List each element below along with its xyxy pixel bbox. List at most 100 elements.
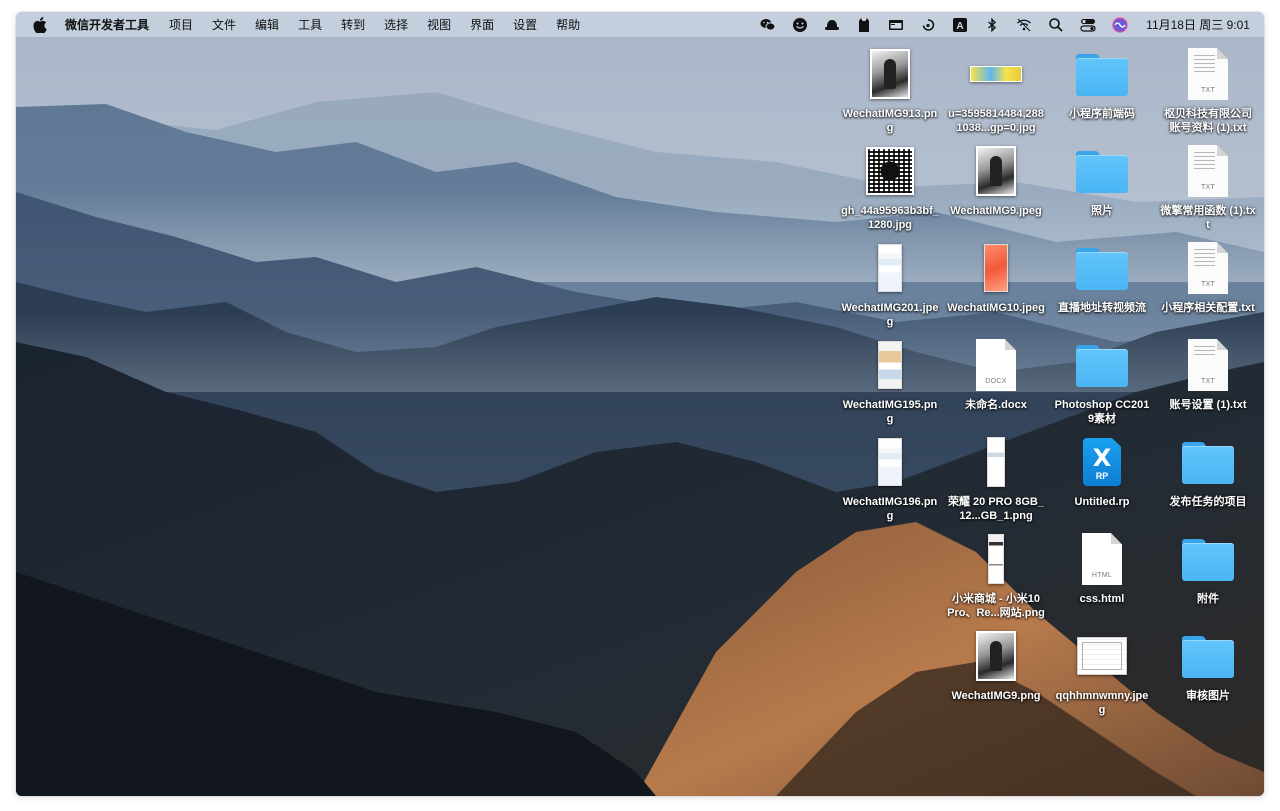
wifi-icon[interactable] <box>1016 17 1032 33</box>
folder-thumbnail <box>1157 531 1259 587</box>
desktop-file-u3595814484[interactable]: u=3595814484,2881038...gp=0.jpg <box>945 46 1047 135</box>
hat-icon[interactable] <box>824 17 840 33</box>
image-file-icon <box>976 631 1016 681</box>
desktop-folder-live-stream[interactable]: 直播地址转视频流 <box>1051 240 1153 315</box>
doc-thumbnail: TXT <box>1157 337 1259 393</box>
file-label: 未命名.docx <box>965 399 1027 411</box>
menu-tools[interactable]: 工具 <box>298 16 322 33</box>
desktop-folder-photos[interactable]: 照片 <box>1051 143 1153 218</box>
control-center-icon[interactable] <box>1080 17 1096 33</box>
file-label: gh_44a95963b3bf_1280.jpg <box>841 205 939 231</box>
desktop-folder-photoshop-assets[interactable]: Photoshop CC2019素材 <box>1051 337 1153 426</box>
smiley-icon[interactable] <box>792 17 808 33</box>
apple-menu-icon[interactable] <box>33 16 47 33</box>
menu-app-name[interactable]: 微信开发者工具 <box>65 16 149 33</box>
search-icon[interactable] <box>1048 17 1064 33</box>
desktop-file-untitled-docx[interactable]: DOCX 未命名.docx <box>945 337 1047 412</box>
file-label: WechatIMG9.jpeg <box>950 205 1042 217</box>
desktop-folder-mini-program-code[interactable]: 小程序前端码 <box>1051 46 1153 121</box>
desktop-folder-published-tasks[interactable]: 发布任务的项目 <box>1157 434 1259 509</box>
folder-thumbnail <box>1051 337 1153 393</box>
desktop-file-qqhhmnwmny[interactable]: qqhhmnwmny.jpeg <box>1051 628 1153 717</box>
folder-icon <box>1182 537 1234 581</box>
image-thumbnail <box>945 434 1047 490</box>
desktop-file-wechatimg10[interactable]: WechatIMG10.jpeg <box>945 240 1047 315</box>
folder-thumbnail <box>1051 240 1153 296</box>
file-label: 附件 <box>1197 593 1219 605</box>
desktop-file-mi-store[interactable]: 小米商城 - 小米10 Pro、Re...网站.png <box>945 531 1047 620</box>
menu-project[interactable]: 项目 <box>169 16 193 33</box>
desktop-folder-attachments[interactable]: 附件 <box>1157 531 1259 606</box>
bluetooth-icon[interactable] <box>984 17 1000 33</box>
desktop-file-wechatimg196[interactable]: WechatIMG196.png <box>839 434 941 523</box>
file-ext: DOCX <box>985 378 1007 385</box>
image-thumbnail <box>945 628 1047 684</box>
menu-edit[interactable]: 编辑 <box>255 16 279 33</box>
file-label: WechatIMG201.jpeg <box>841 302 939 328</box>
text-input-icon[interactable]: A <box>952 17 968 33</box>
cat-icon[interactable] <box>856 17 872 33</box>
file-label: css.html <box>1079 593 1125 605</box>
screenshot-image-icon <box>878 341 902 389</box>
image-thumbnail <box>839 46 941 102</box>
file-label: u=3595814484,2881038...gp=0.jpg <box>948 108 1044 134</box>
text-file-icon: TXT <box>1188 242 1228 294</box>
file-label: 小程序前端码 <box>1069 108 1135 120</box>
image-file-icon <box>984 244 1008 292</box>
desktop-file-css-html[interactable]: HTML css.html <box>1051 531 1153 606</box>
file-ext: TXT <box>1200 378 1216 385</box>
image-file-icon <box>970 66 1022 82</box>
image-thumbnail <box>839 337 941 393</box>
file-ext: RP <box>1095 471 1109 481</box>
menu-interface[interactable]: 界面 <box>470 16 494 33</box>
screenshot-image-icon <box>987 437 1005 487</box>
axure-rp-icon: X RP <box>1083 438 1121 486</box>
image-thumbnail <box>1051 628 1153 684</box>
file-label: 微擎常用函数 (1).txt <box>1160 205 1256 231</box>
image-thumbnail <box>839 143 941 199</box>
desktop-file-wechatimg913[interactable]: WechatIMG913.png <box>839 46 941 135</box>
desktop-folder-review-images[interactable]: 审核图片 <box>1157 628 1259 703</box>
wechat-icon[interactable] <box>760 17 776 33</box>
image-thumbnail <box>945 143 1047 199</box>
menu-bar: 微信开发者工具 项目 文件 编辑 工具 转到 选择 视图 界面 设置 帮助 A … <box>16 12 1264 37</box>
menu-goto[interactable]: 转到 <box>341 16 365 33</box>
menu-view[interactable]: 视图 <box>427 16 451 33</box>
desktop-file-functions-txt[interactable]: TXT 微擎常用函数 (1).txt <box>1157 143 1259 232</box>
desktop-file-account-settings-txt[interactable]: TXT 账号设置 (1).txt <box>1157 337 1259 412</box>
swirl-icon[interactable] <box>920 17 936 33</box>
doc-thumbnail: DOCX <box>945 337 1047 393</box>
file-label: 发布任务的项目 <box>1169 496 1247 508</box>
image-file-icon <box>870 49 910 99</box>
file-label: 照片 <box>1091 205 1113 217</box>
desktop-file-wechatimg9-jpeg[interactable]: WechatIMG9.jpeg <box>945 143 1047 218</box>
file-label: WechatIMG9.png <box>951 690 1041 702</box>
image-thumbnail <box>839 434 941 490</box>
desktop-file-honor-20-pro[interactable]: 荣耀 20 PRO 8GB_12...GB_1.png <box>945 434 1047 523</box>
file-ext: TXT <box>1200 87 1216 94</box>
screenshot-image-icon <box>878 244 902 292</box>
window-icon[interactable] <box>888 17 904 33</box>
folder-thumbnail <box>1157 434 1259 490</box>
desktop-file-wechatimg201[interactable]: WechatIMG201.jpeg <box>839 240 941 329</box>
menubar-clock[interactable]: 11月18日 周三 9:01 <box>1146 16 1250 33</box>
menu-select[interactable]: 选择 <box>384 16 408 33</box>
desktop-file-untitled-rp[interactable]: X RP Untitled.rp <box>1051 434 1153 509</box>
desktop-file-account-info-txt[interactable]: TXT 枢贝科技有限公司账号资料 (1).txt <box>1157 46 1259 135</box>
file-label: Photoshop CC2019素材 <box>1054 399 1150 425</box>
menu-settings[interactable]: 设置 <box>513 16 537 33</box>
folder-icon <box>1076 52 1128 96</box>
menu-help[interactable]: 帮助 <box>556 16 580 33</box>
image-thumbnail <box>945 46 1047 102</box>
folder-icon <box>1076 149 1128 193</box>
folder-thumbnail <box>1157 628 1259 684</box>
text-file-icon: TXT <box>1188 145 1228 197</box>
word-document-icon: DOCX <box>976 339 1016 391</box>
desktop-file-wechatimg195[interactable]: WechatIMG195.png <box>839 337 941 426</box>
desktop-file-gh-qr[interactable]: gh_44a95963b3bf_1280.jpg <box>839 143 941 232</box>
desktop-file-mini-config-txt[interactable]: TXT 小程序相关配置.txt <box>1157 240 1259 315</box>
file-label: 枢贝科技有限公司账号资料 (1).txt <box>1164 108 1252 134</box>
siri-icon[interactable] <box>1112 16 1128 33</box>
desktop-file-wechatimg9-png[interactable]: WechatIMG9.png <box>945 628 1047 703</box>
menu-file[interactable]: 文件 <box>212 16 236 33</box>
